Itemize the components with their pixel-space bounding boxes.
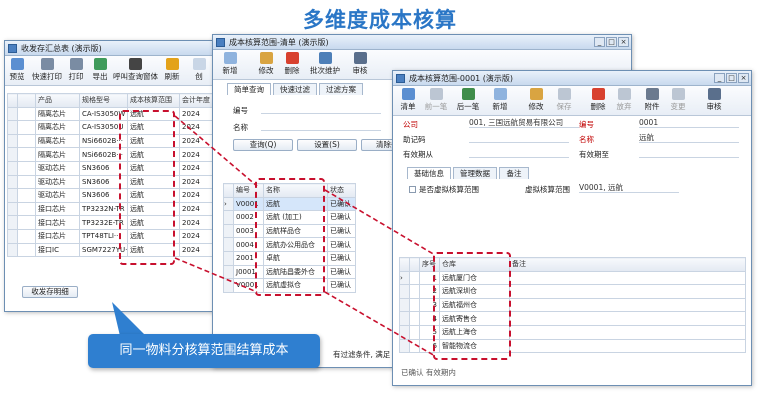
callout-pointer [112, 302, 146, 336]
callout-banner: 同一物料分核算范围结算成本 [88, 334, 320, 368]
connector-line [324, 291, 436, 357]
connector-line [324, 189, 436, 256]
connector-line [174, 257, 258, 293]
connector-line [174, 115, 258, 187]
